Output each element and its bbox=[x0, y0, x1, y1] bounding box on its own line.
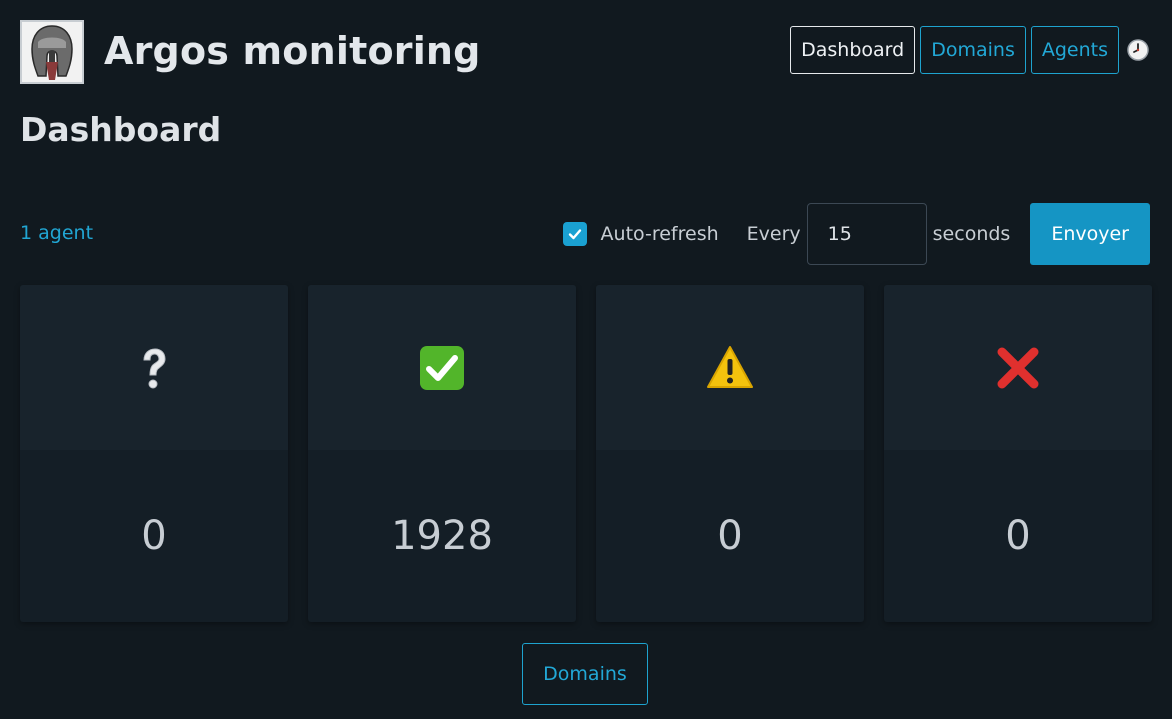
ok-count: 1928 bbox=[391, 513, 493, 559]
status-card-ok: 1928 bbox=[308, 285, 576, 622]
warning-icon bbox=[707, 345, 753, 388]
card-header bbox=[884, 285, 1152, 450]
nav-domains-button[interactable]: Domains bbox=[920, 26, 1026, 74]
spartan-helmet-logo-icon bbox=[22, 22, 82, 82]
submit-button[interactable]: Envoyer bbox=[1030, 203, 1150, 265]
card-header bbox=[308, 285, 576, 450]
auto-refresh-checkbox[interactable] bbox=[562, 222, 587, 246]
clock-icon[interactable] bbox=[1126, 38, 1150, 62]
app-title: Argos monitoring bbox=[104, 29, 481, 73]
card-header bbox=[20, 285, 288, 450]
unknown-count: 0 bbox=[141, 513, 167, 559]
refresh-toolbar: Auto-refresh Every seconds Envoyer bbox=[562, 203, 1150, 265]
seconds-label: seconds bbox=[932, 223, 1011, 245]
nav-agents-button[interactable]: Agents bbox=[1030, 26, 1119, 74]
warning-count: 0 bbox=[717, 513, 743, 559]
main-nav: Dashboard Domains Agents bbox=[790, 26, 1150, 74]
question-mark-icon bbox=[143, 347, 166, 388]
card-header bbox=[596, 285, 864, 450]
page-title: Dashboard bbox=[20, 110, 222, 149]
cross-mark-icon bbox=[997, 347, 1039, 388]
auto-refresh-label: Auto-refresh bbox=[600, 223, 719, 245]
check-mark-icon bbox=[420, 345, 464, 390]
every-label: Every bbox=[746, 223, 801, 245]
refresh-interval-input[interactable] bbox=[806, 203, 927, 265]
header: Argos monitoring Dashboard Domains Agent… bbox=[20, 20, 1150, 84]
status-card-unknown: 0 bbox=[20, 285, 288, 622]
agents-count-link[interactable]: 1 agent bbox=[20, 222, 93, 244]
logo bbox=[20, 20, 84, 84]
status-cards: 0 1928 0 0 bbox=[20, 285, 1152, 622]
nav-dashboard-button[interactable]: Dashboard bbox=[790, 26, 916, 74]
status-card-critical: 0 bbox=[884, 285, 1152, 622]
page: Argos monitoring Dashboard Domains Agent… bbox=[0, 0, 1172, 719]
domains-button[interactable]: Domains bbox=[522, 643, 648, 705]
critical-count: 0 bbox=[1005, 513, 1031, 559]
status-card-warning: 0 bbox=[596, 285, 864, 622]
checkmark-icon bbox=[568, 229, 581, 240]
